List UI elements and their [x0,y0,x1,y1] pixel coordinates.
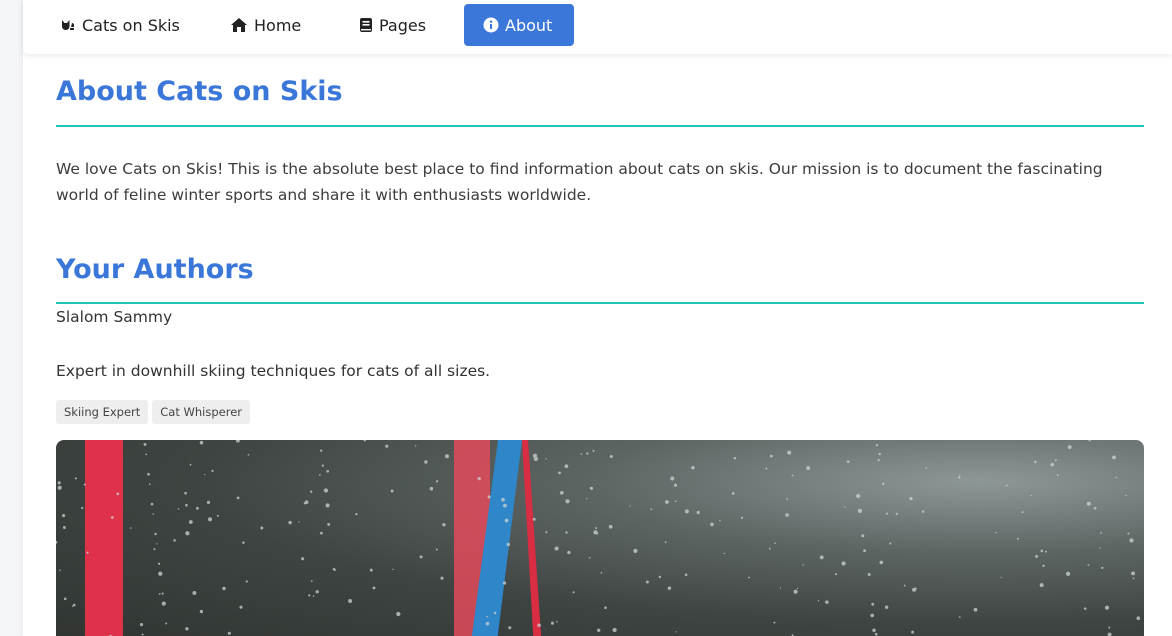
authors-divider [56,302,1144,304]
nav-about-link[interactable]: About [464,4,574,46]
nav-about-label: About [505,15,553,35]
nav-home-label: Home [254,15,302,35]
author-bio: Expert in downhill skiing techniques for… [56,362,491,380]
nav-pages-label: Pages [379,15,427,35]
house-icon [230,17,248,33]
cat-icon [60,17,76,33]
page: Cats on Skis Home Pages About About Cats… [23,0,1172,636]
nav-brand-link[interactable]: Cats on Skis [41,4,199,46]
about-text: We love Cats on Skis! This is the absolu… [56,160,1103,204]
top-navbar: Cats on Skis Home Pages About [23,0,1172,54]
about-heading: About Cats on Skis [56,76,343,107]
author-name: Slalom Sammy [56,308,173,326]
author-tag: Skiing Expert [56,400,149,424]
author-tags: Skiing Expert Cat Whisperer [56,400,251,424]
author-photo [56,440,1144,636]
book-icon [359,17,373,33]
heading-divider [56,125,1144,127]
info-circle-icon [483,17,499,33]
nav-pages-link[interactable]: Pages [340,4,445,46]
authors-heading: Your Authors [56,254,254,285]
nav-brand-label: Cats on Skis [82,15,180,35]
author-tag: Cat Whisperer [152,400,251,424]
nav-home-link[interactable]: Home [211,4,320,46]
